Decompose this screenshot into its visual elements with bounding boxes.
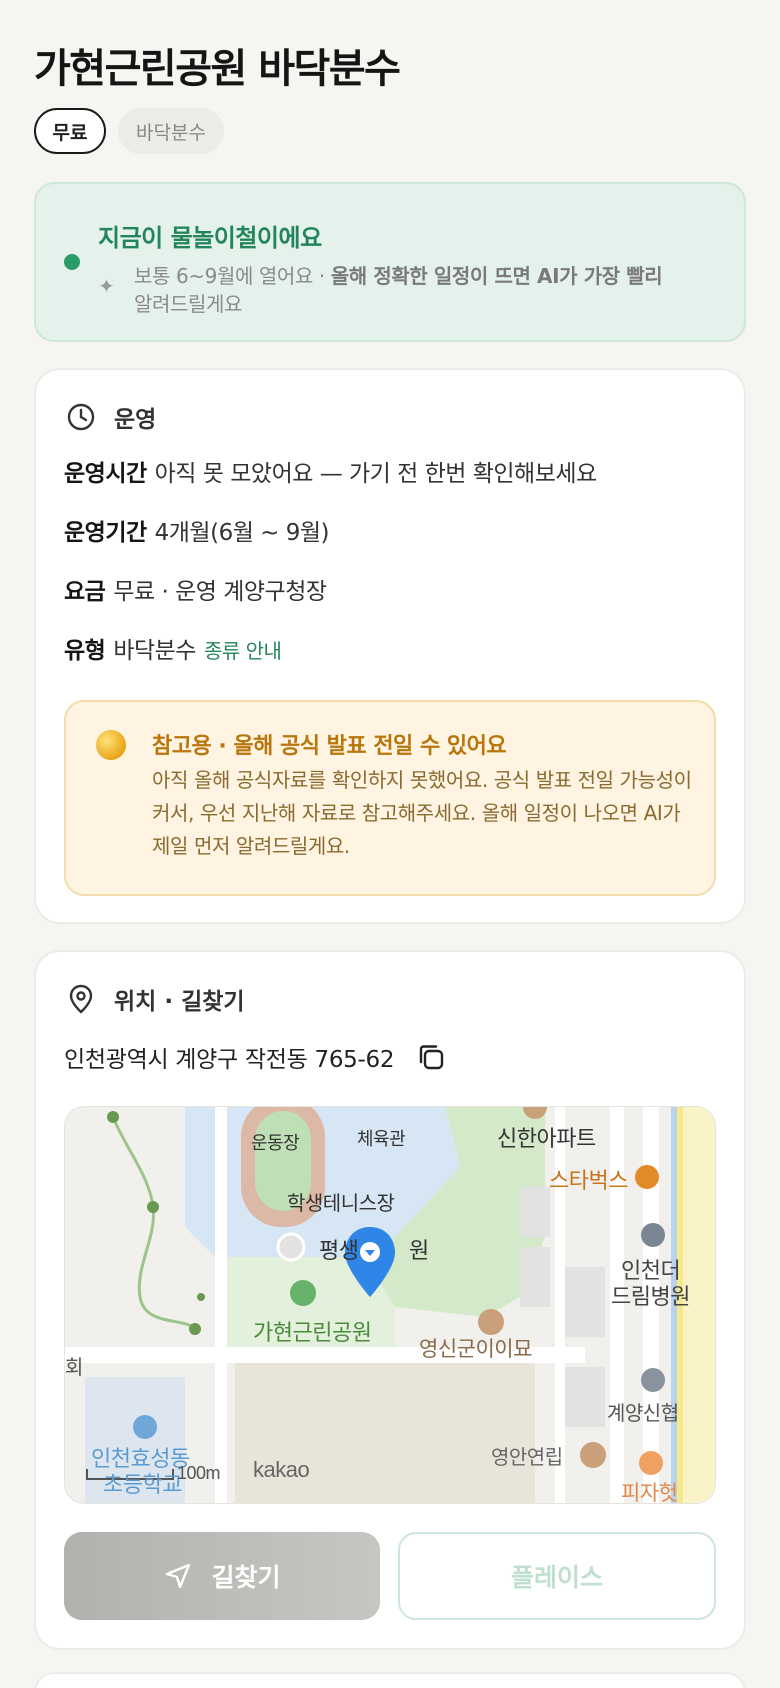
- price-chip: 무료: [34, 108, 106, 154]
- copy-icon[interactable]: [416, 1042, 446, 1072]
- map-label-school-2: 초등학교: [103, 1472, 182, 1497]
- notice-title: 참고용 · 올해 공식 발표 전일 수 있어요: [152, 734, 507, 759]
- next-card-edge: [34, 1672, 746, 1688]
- map-label-shrine: 영신군이이묘: [419, 1338, 532, 1361]
- route-button-label: 길찾기: [211, 1563, 281, 1592]
- map-label-tennis: 학생테니스장: [287, 1193, 395, 1215]
- location-header: 위치 · 길찾기: [64, 982, 245, 1016]
- map-scale-label: 100m: [177, 1463, 221, 1483]
- season-note-bold: 올해 정확한 일정이 뜨면 AI가 가장 빨리: [330, 264, 663, 288]
- row-key: 요금: [64, 579, 106, 605]
- season-note-tail: 알려드릴게요: [134, 292, 242, 316]
- location-card: 위치 · 길찾기 인천광역시 계양구 작전동 765-62 운동장 체육관 신한…: [34, 950, 746, 1650]
- operation-title: 운영: [114, 407, 157, 433]
- type-chip: 바닥분수: [118, 108, 224, 154]
- map-view[interactable]: 운동장 체육관 신한아파트 스타벅스 학생테니스장 평생 원 인천더 드림병원 …: [64, 1106, 716, 1504]
- row-type: 유형 바닥분수 종류 안내: [64, 631, 282, 665]
- moon-icon: [96, 730, 126, 760]
- row-period: 운영기간 4개월(6월 ~ 9월): [64, 513, 330, 547]
- map-label-pyeongsaeng-tail: 원: [409, 1238, 429, 1263]
- row-value: 바닥분수: [113, 638, 196, 664]
- map-label-stadium: 운동장: [251, 1133, 300, 1153]
- row-key: 운영시간: [64, 461, 147, 487]
- type-guide-link[interactable]: 종류 안내: [204, 639, 282, 663]
- address-text: 인천광역시 계양구 작전동 765-62: [64, 1047, 395, 1073]
- sparkle-icon: ✦: [98, 274, 115, 298]
- notice-body: 아직 올해 공식자료를 확인하지 못했어요. 공식 발표 전일 가능성이 커서,…: [152, 768, 692, 858]
- map-label-park: 가현근린공원: [253, 1320, 372, 1345]
- location-pin-icon: [64, 982, 98, 1016]
- map-label-gym: 체육관: [357, 1129, 406, 1149]
- page: 가현근린공원 바닥분수 무료 바닥분수 지금이 물놀이철이에요 ✦ 보통 6~9…: [0, 0, 780, 1688]
- place-button[interactable]: 플레이스: [398, 1532, 716, 1620]
- season-headline: 지금이 물놀이철이에요: [98, 224, 322, 252]
- season-banner: 지금이 물놀이철이에요 ✦ 보통 6~9월에 열어요 · 올해 정확한 일정이 …: [34, 182, 746, 342]
- season-note-plain: 보통 6~9월에 열어요 ·: [134, 264, 331, 288]
- row-value: 무료 · 운영 계양구청장: [113, 579, 327, 605]
- address: 인천광역시 계양구 작전동 765-62: [64, 1040, 446, 1074]
- map-label-yeongan: 영안연립: [491, 1447, 563, 1469]
- map-brand-logo: kakao: [253, 1457, 310, 1482]
- map-label-pyeongsaeng: 평생: [319, 1238, 359, 1263]
- clock-icon: [64, 400, 98, 434]
- reference-notice: 참고용 · 올해 공식 발표 전일 수 있어요 아직 올해 공식자료를 확인하지…: [64, 700, 716, 896]
- navigation-arrow-icon: [163, 1561, 193, 1591]
- page-title: 가현근린공원 바닥분수: [34, 46, 401, 92]
- route-button[interactable]: 길찾기: [64, 1532, 380, 1620]
- operation-card: 운영 운영시간 아직 못 모았어요 — 가기 전 한번 확인해보세요 운영기간 4개…: [34, 368, 746, 924]
- row-value: 4개월(6월 ~ 9월): [154, 520, 330, 546]
- season-note: 보통 6~9월에 열어요 · 올해 정확한 일정이 뜨면 AI가 가장 빨리알려…: [134, 262, 734, 318]
- map-label-starbucks: 스타벅스: [549, 1168, 628, 1193]
- row-value: 아직 못 모았어요 — 가기 전 한번 확인해보세요: [154, 461, 598, 487]
- location-title: 위치 · 길찾기: [114, 989, 245, 1015]
- map-label-bank: 계양신협: [607, 1403, 679, 1425]
- row-hours: 운영시간 아직 못 모았어요 — 가기 전 한번 확인해보세요: [64, 454, 597, 488]
- map-label-pizza: 피자헛: [621, 1482, 678, 1504]
- operation-header: 운영: [64, 400, 156, 434]
- row-key: 유형: [64, 638, 106, 664]
- map-label-left-edge: 회: [65, 1357, 83, 1379]
- row-key: 운영기간: [64, 520, 147, 546]
- row-fee: 요금 무료 · 운영 계양구청장: [64, 572, 327, 606]
- place-button-label: 플레이스: [510, 1563, 603, 1592]
- status-dot: [64, 254, 80, 270]
- map-label-apartment: 신한아파트: [497, 1126, 596, 1151]
- map-label-hospital-2: 드림병원: [611, 1284, 690, 1309]
